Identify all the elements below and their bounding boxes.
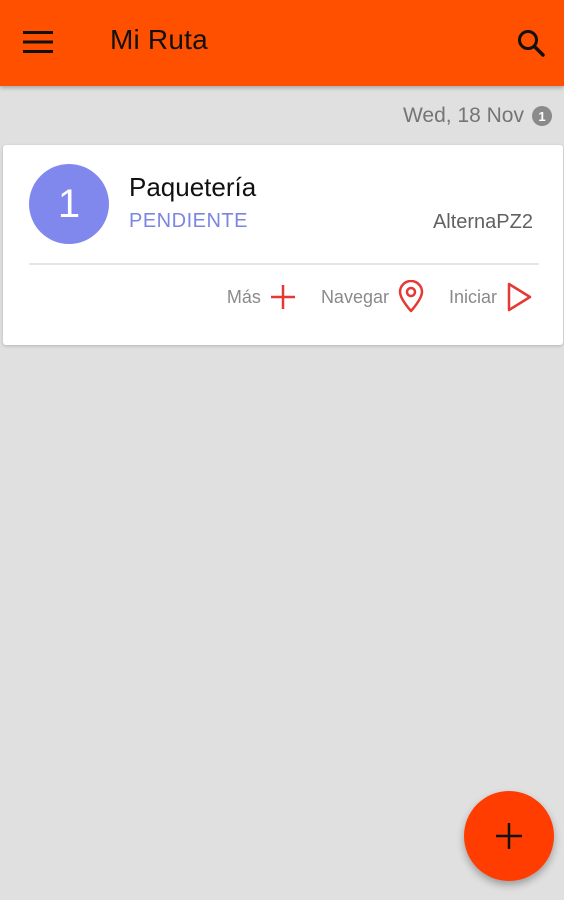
location-pin-icon bbox=[397, 280, 425, 314]
add-route-fab[interactable] bbox=[464, 791, 554, 881]
menu-button[interactable] bbox=[16, 22, 60, 62]
route-card[interactable]: 1 Paquetería PENDIENTE AlternaPZ2 Más Na… bbox=[3, 145, 563, 345]
card-actions: Más Navegar Iniciar bbox=[227, 277, 533, 317]
app-bar: Mi Ruta bbox=[0, 0, 564, 86]
menu-icon bbox=[23, 31, 53, 53]
plus-icon bbox=[496, 823, 522, 849]
start-button[interactable]: Iniciar bbox=[449, 281, 533, 313]
status-label: PENDIENTE bbox=[129, 210, 248, 232]
route-count-badge: 1 bbox=[532, 106, 552, 126]
navigate-button[interactable]: Navegar bbox=[321, 280, 425, 314]
route-name: AlternaPZ2 bbox=[432, 211, 533, 233]
navigate-label: Navegar bbox=[320, 286, 389, 307]
search-icon bbox=[518, 30, 545, 57]
start-label: Iniciar bbox=[448, 286, 497, 307]
route-number-avatar: 1 bbox=[29, 164, 109, 244]
more-label: Más bbox=[226, 286, 261, 307]
page-title: Mi Ruta bbox=[110, 24, 208, 55]
more-button[interactable]: Más bbox=[227, 283, 297, 311]
date-header: Wed, 18 Nov 1 bbox=[403, 103, 552, 129]
plus-icon bbox=[269, 283, 297, 311]
card-divider bbox=[29, 263, 539, 265]
route-title: Paquetería bbox=[129, 172, 257, 202]
search-button[interactable] bbox=[508, 20, 554, 66]
play-icon bbox=[505, 281, 533, 313]
date-label: Wed, 18 Nov bbox=[402, 104, 524, 127]
